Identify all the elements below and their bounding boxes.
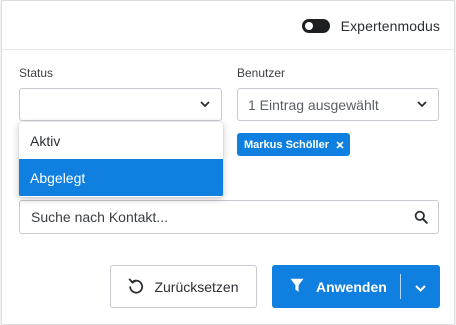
contact-search <box>19 200 439 234</box>
selected-user-chip: Markus Schöller <box>237 133 350 156</box>
filter-icon <box>290 278 304 296</box>
user-select-value: 1 Eintrag ausgewählt <box>248 96 379 113</box>
status-option-aktiv[interactable]: Aktiv <box>19 122 223 159</box>
apply-options-button[interactable] <box>401 265 440 308</box>
filter-panel: Expertenmodus Status Benutzer 1 Eintrag … <box>1 0 455 325</box>
header-divider <box>2 49 454 50</box>
chip-label: Markus Schöller <box>244 138 329 151</box>
expert-mode-toggle[interactable]: Expertenmodus <box>301 15 440 37</box>
status-dropdown-menu: Aktiv Abgelegt <box>19 122 223 197</box>
apply-split-button: Anwenden <box>272 265 440 308</box>
user-select[interactable]: 1 Eintrag ausgewählt <box>237 88 439 121</box>
status-select[interactable] <box>19 88 222 121</box>
user-label: Benutzer <box>237 66 286 80</box>
contact-search-input[interactable] <box>31 209 414 225</box>
search-icon[interactable] <box>414 210 428 224</box>
chevron-down-icon <box>415 279 426 295</box>
apply-button-label: Anwenden <box>316 278 387 295</box>
remove-chip-close-icon[interactable] <box>336 140 344 149</box>
reset-button[interactable]: Zurücksetzen <box>110 265 257 308</box>
toggle-switch[interactable] <box>301 19 330 33</box>
reset-icon <box>128 277 144 297</box>
chevron-down-icon <box>416 99 428 111</box>
apply-button[interactable]: Anwenden <box>272 265 400 308</box>
status-option-abgelegt[interactable]: Abgelegt <box>19 159 223 196</box>
toggle-knob <box>304 22 313 30</box>
chevron-down-icon <box>199 99 211 111</box>
expert-mode-label: Expertenmodus <box>340 18 440 34</box>
reset-button-label: Zurücksetzen <box>154 278 239 295</box>
status-label: Status <box>19 66 54 80</box>
